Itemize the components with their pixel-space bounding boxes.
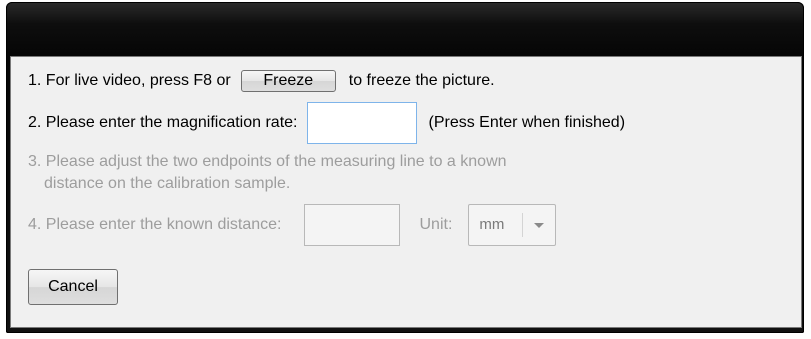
step4-row: 4. Please enter the known distance: Unit… (28, 204, 557, 246)
step1-prefix-text: 1. For live video, press F8 or (28, 72, 231, 89)
step2-label: 2. Please enter the magnification rate: (28, 114, 298, 131)
select-divider (522, 213, 524, 237)
freeze-button[interactable]: Freeze (240, 70, 336, 92)
chevron-down-icon[interactable] (534, 223, 545, 228)
cancel-button[interactable]: Cancel (28, 269, 118, 305)
magnification-rate-input[interactable] (306, 102, 417, 144)
step2-row: 2. Please enter the magnification rate: … (28, 102, 625, 144)
step4-label: 4. Please enter the known distance: (28, 216, 282, 233)
unit-selected-value: mm (479, 216, 505, 233)
step1-suffix-text: to freeze the picture. (348, 72, 495, 89)
step3-line2: distance on the calibration sample. (44, 175, 291, 192)
unit-select[interactable]: mm (468, 204, 557, 246)
step1-row: 1. For live video, press F8 or Freeze to… (28, 68, 495, 94)
step2-hint-text: (Press Enter when finished) (428, 114, 626, 131)
step3-line1: 3. Please adjust the two endpoints of th… (28, 153, 507, 170)
known-distance-input[interactable] (303, 204, 400, 246)
unit-label: Unit: (419, 216, 453, 233)
